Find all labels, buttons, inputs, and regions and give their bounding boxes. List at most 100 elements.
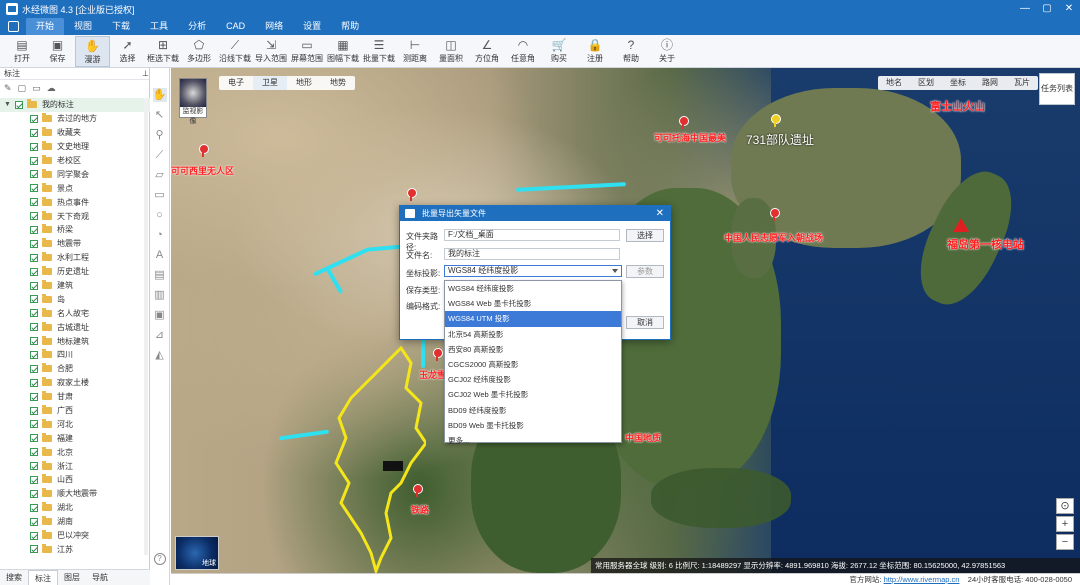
open-folder-icon[interactable]: ▭ bbox=[32, 83, 41, 94]
overlay-tiles[interactable]: 瓦片 bbox=[1006, 76, 1038, 90]
tab-search[interactable]: 搜索 bbox=[0, 570, 28, 585]
dropdown-option[interactable]: CGCS2000 高斯投影 bbox=[445, 357, 621, 372]
checkbox[interactable] bbox=[30, 198, 38, 207]
checkbox[interactable] bbox=[30, 225, 38, 234]
dropdown-option-selected[interactable]: WGS84 UTM 投影 bbox=[445, 311, 621, 327]
screen-range-button[interactable]: ▭ 屏幕范围 bbox=[289, 36, 325, 67]
checkbox[interactable] bbox=[30, 517, 38, 526]
tree-item[interactable]: 古城遗址 bbox=[0, 320, 150, 334]
map-tab-relief[interactable]: 地势 bbox=[321, 76, 355, 90]
save-button[interactable]: ▣ 保存 bbox=[40, 36, 75, 67]
line-download-button[interactable]: ⟋ 沿线下载 bbox=[217, 36, 253, 67]
checkbox[interactable] bbox=[30, 295, 38, 304]
help-icon[interactable]: ? bbox=[153, 553, 166, 565]
menu-view[interactable]: 视图 bbox=[64, 18, 102, 35]
register-button[interactable]: 🔒 注册 bbox=[577, 36, 613, 67]
buy-button[interactable]: 🛒 购买 bbox=[541, 36, 577, 67]
task-list-button[interactable]: 任务列表 bbox=[1039, 73, 1075, 105]
select-button[interactable]: ➚ 选择 bbox=[110, 36, 145, 67]
checkbox[interactable] bbox=[30, 128, 38, 137]
map-tab-electronic[interactable]: 电子 bbox=[219, 76, 253, 90]
circle-tool-icon[interactable]: ○ bbox=[153, 208, 167, 222]
note-tool-icon[interactable]: ▤ bbox=[153, 268, 167, 282]
panel-pin-icon[interactable]: ⊥ bbox=[142, 69, 149, 78]
panel-scrollbar[interactable] bbox=[144, 98, 148, 555]
model-tool-icon[interactable]: ▥ bbox=[153, 288, 167, 302]
website-link[interactable]: http://www.rivermap.cn bbox=[884, 575, 960, 584]
checkbox[interactable] bbox=[30, 253, 38, 262]
menu-help[interactable]: 帮助 bbox=[331, 18, 369, 35]
tree-item[interactable]: 山西 bbox=[0, 473, 150, 487]
checkbox[interactable] bbox=[30, 156, 38, 165]
maximize-icon[interactable]: ▢ bbox=[1036, 0, 1058, 18]
checkbox[interactable] bbox=[30, 364, 38, 373]
tree-item[interactable]: 文史地理 bbox=[0, 140, 150, 154]
map-label[interactable]: 可可西里无人区 bbox=[171, 164, 234, 177]
menu-settings[interactable]: 设置 bbox=[293, 18, 331, 35]
map-tab-satellite[interactable]: 卫星 bbox=[253, 76, 287, 90]
checkbox[interactable] bbox=[30, 267, 38, 276]
tree-item[interactable]: 顺大地震带 bbox=[0, 487, 150, 501]
checkbox[interactable] bbox=[30, 142, 38, 151]
globe-minimap[interactable]: 地球 bbox=[175, 536, 219, 570]
dropdown-option[interactable]: 西安80 高斯投影 bbox=[445, 342, 621, 357]
tab-navigation[interactable]: 导航 bbox=[86, 570, 114, 585]
menu-analysis[interactable]: 分析 bbox=[178, 18, 216, 35]
map-label[interactable]: 玉龙雪 bbox=[419, 368, 446, 381]
checkbox[interactable] bbox=[30, 420, 38, 429]
checkbox[interactable] bbox=[30, 281, 38, 290]
open-button[interactable]: ▤ 打开 bbox=[4, 36, 40, 67]
checkbox[interactable] bbox=[30, 212, 38, 221]
tree-item[interactable]: 去过的地方 bbox=[0, 112, 150, 126]
menu-tools[interactable]: 工具 bbox=[140, 18, 178, 35]
any-angle-button[interactable]: ◠ 任意角 bbox=[505, 36, 541, 67]
tree-item[interactable]: 湖南 bbox=[0, 515, 150, 529]
map-label[interactable]: 中国人民志愿军入朝战场 bbox=[724, 231, 823, 244]
measure-distance-button[interactable]: ⊢ 测距离 bbox=[397, 36, 433, 67]
close-icon[interactable]: ✕ bbox=[1058, 0, 1080, 18]
dropdown-option[interactable]: WGS84 Web 墨卡托投影 bbox=[445, 296, 621, 311]
checkbox[interactable] bbox=[30, 434, 38, 443]
dropdown-option[interactable]: BD09 经纬度投影 bbox=[445, 403, 621, 418]
overlay-division[interactable]: 区划 bbox=[910, 76, 942, 90]
checkbox[interactable] bbox=[30, 545, 38, 554]
text-tool-icon[interactable]: A bbox=[153, 248, 167, 262]
checkbox[interactable] bbox=[30, 503, 38, 512]
checkbox[interactable] bbox=[30, 531, 38, 540]
locate-icon[interactable]: ⊙ bbox=[1056, 498, 1074, 514]
cloud-icon[interactable]: ☁ bbox=[47, 83, 56, 94]
map-label[interactable]: 731部队遗址 bbox=[746, 131, 814, 148]
monitor-thumbnail[interactable]: 监视影像 bbox=[179, 78, 207, 125]
tree-item[interactable]: 合肥 bbox=[0, 362, 150, 376]
pan-button[interactable]: ✋ 漫游 bbox=[75, 35, 110, 67]
checkbox[interactable] bbox=[30, 350, 38, 359]
tree-item[interactable]: 天下奇观 bbox=[0, 209, 150, 223]
tree-item[interactable]: 同学聚会 bbox=[0, 167, 150, 181]
tree-item[interactable]: 桥梁 bbox=[0, 223, 150, 237]
tree-item[interactable]: 历史遗址 bbox=[0, 265, 150, 279]
azimuth-button[interactable]: ∠ 方位角 bbox=[469, 36, 505, 67]
tree-item[interactable]: 广西 bbox=[0, 404, 150, 418]
tree-item[interactable]: 岛 bbox=[0, 292, 150, 306]
checkbox[interactable] bbox=[14, 100, 23, 109]
overlay-roads[interactable]: 路网 bbox=[974, 76, 1006, 90]
polygon-tool-icon[interactable]: ▱ bbox=[153, 168, 167, 182]
arc-tool-icon[interactable]: ◔ bbox=[153, 228, 167, 242]
warning-icon[interactable] bbox=[953, 218, 969, 232]
menu-start[interactable]: 开始 bbox=[26, 18, 65, 35]
tab-annotation[interactable]: 标注 bbox=[28, 570, 58, 585]
measure-tool-icon[interactable]: ⊿ bbox=[153, 328, 167, 342]
checkbox[interactable] bbox=[30, 378, 38, 387]
tree-item[interactable]: 四川 bbox=[0, 348, 150, 362]
map-tab-terrain[interactable]: 地形 bbox=[287, 76, 321, 90]
folder-path-input[interactable]: F:/文档_桌面 bbox=[444, 229, 620, 241]
checkbox[interactable] bbox=[30, 489, 38, 498]
dialog-close-icon[interactable]: ✕ bbox=[656, 206, 664, 221]
tree-item[interactable]: 地震带 bbox=[0, 237, 150, 251]
zoom-out-button[interactable]: − bbox=[1056, 534, 1074, 550]
box-download-button[interactable]: ⊞ 框选下载 bbox=[145, 36, 181, 67]
checkbox[interactable] bbox=[30, 462, 38, 471]
import-range-button[interactable]: ⇲ 导入范围 bbox=[253, 36, 289, 67]
projection-select[interactable]: WGS84 经纬度投影 bbox=[444, 265, 622, 277]
map-label[interactable]: 中国地质 bbox=[625, 431, 661, 444]
